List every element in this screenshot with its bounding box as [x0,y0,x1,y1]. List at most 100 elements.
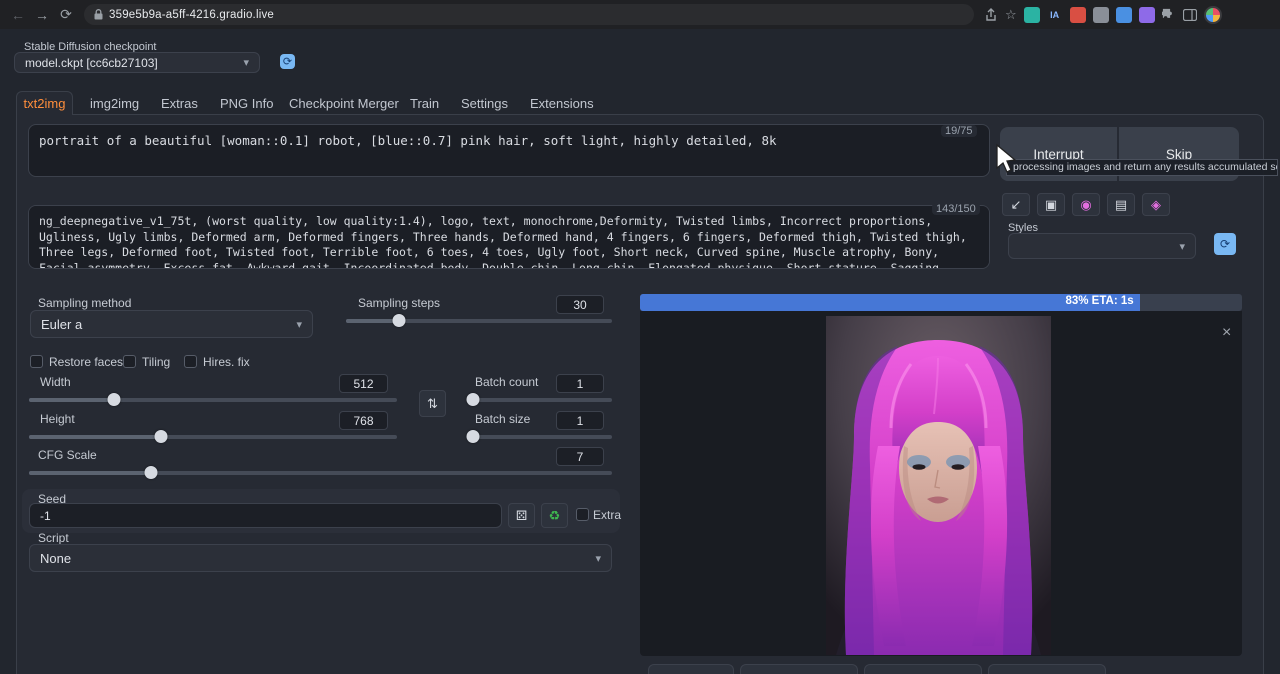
extra-networks-button[interactable]: ◉ [1072,193,1100,216]
tab-extras[interactable]: Extras [161,96,198,111]
batch-count-value[interactable]: 1 [556,374,604,393]
batch-size-label: Batch size [475,412,530,426]
sampling-method-value: Euler a [41,317,82,332]
checkpoint-dropdown[interactable]: model.ckpt [cc6cb27103] ▾ [14,52,260,73]
batch-count-slider[interactable] [467,397,612,402]
prompt-token-counter: 19/75 [941,125,977,137]
extensions-puzzle-icon[interactable] [1162,8,1176,22]
refresh-checkpoint-button[interactable]: ⟳ [280,54,295,69]
tiling-label: Tiling [142,355,170,369]
sampling-steps-label: Sampling steps [358,296,440,310]
chevron-down-icon: ▾ [296,318,302,331]
apply-style-button[interactable]: ▤ [1107,193,1135,216]
negative-token-counter: 143/150 [932,203,980,215]
height-value[interactable]: 768 [339,411,388,430]
seed-extra-label: Extra [593,508,621,522]
swap-icon: ⇅ [427,396,438,412]
extension-icon[interactable] [1070,7,1086,23]
recycle-icon: ♻ [549,508,561,524]
bookmark-star-icon[interactable]: ☆ [1005,7,1017,23]
close-preview-icon[interactable]: × [1222,324,1231,342]
tab-train[interactable]: Train [410,96,439,111]
extra-networks-icon: ◉ [1080,197,1091,213]
refresh-icon: ⟳ [283,55,292,68]
restore-faces-checkbox[interactable] [30,355,43,368]
paste-icon: ↙ [1011,197,1022,213]
checkpoint-value: model.ckpt [cc6cb27103] [25,56,158,70]
profile-avatar[interactable] [1204,6,1222,24]
width-label: Width [40,375,71,389]
styles-dropdown[interactable]: ▾ [1008,233,1196,259]
tab-img2img[interactable]: img2img [90,96,139,111]
generated-image[interactable] [826,316,1051,655]
cfg-scale-value[interactable]: 7 [556,447,604,466]
result-button[interactable] [988,664,1106,674]
result-button[interactable] [648,664,734,674]
sampling-steps-slider[interactable] [346,318,612,323]
progress-fill: 83% ETA: 1s [640,294,1140,311]
side-panel-icon[interactable] [1183,9,1197,21]
extension-ia-icon[interactable]: IA [1047,7,1063,23]
save-style-button[interactable]: ◈ [1142,193,1170,216]
progress-label: 83% ETA: 1s [1065,295,1133,307]
script-value: None [40,551,71,566]
back-icon[interactable]: ← [6,7,30,23]
tab-settings[interactable]: Settings [461,96,508,111]
result-button[interactable] [740,664,858,674]
height-label: Height [40,412,75,426]
width-slider[interactable] [29,397,397,402]
browser-actions: ☆ IA [984,6,1222,24]
mouse-cursor [994,143,1016,173]
forward-icon[interactable]: → [30,7,54,23]
refresh-styles-button[interactable]: ⟳ [1214,233,1236,255]
restore-faces-label: Restore faces [49,355,123,369]
progress-bar: 83% ETA: 1s [640,294,1242,311]
seed-extra-checkbox[interactable] [576,508,589,521]
lock-icon [94,9,103,20]
tab-extensions[interactable]: Extensions [530,96,594,111]
sampling-method-dropdown[interactable]: Euler a ▾ [30,310,313,338]
prompt-textarea[interactable]: portrait of a beautiful [woman::0.1] rob… [28,124,990,177]
hires-fix-checkbox[interactable] [184,355,197,368]
batch-size-value[interactable]: 1 [556,411,604,430]
paste-params-button[interactable]: ↙ [1002,193,1030,216]
height-slider[interactable] [29,434,397,439]
random-seed-button[interactable]: ⚄ [508,503,535,528]
tab-png-info[interactable]: PNG Info [220,96,273,111]
chevron-down-icon: ▾ [1179,240,1185,253]
url-text: 359e5b9a-a5ff-4216.gradio.live [109,9,274,21]
clear-icon: ▣ [1045,197,1057,213]
tab-label: txt2img [24,96,66,111]
sampling-method-label: Sampling method [38,296,131,310]
share-icon[interactable] [984,8,998,22]
extension-icon[interactable] [1093,7,1109,23]
swap-dimensions-button[interactable]: ⇅ [419,390,446,417]
batch-size-slider[interactable] [467,434,612,439]
sampling-steps-value[interactable]: 30 [556,295,604,314]
reuse-seed-button[interactable]: ♻ [541,503,568,528]
address-bar[interactable]: 359e5b9a-a5ff-4216.gradio.live [84,4,974,25]
save-style-icon: ◈ [1151,197,1161,213]
script-label: Script [38,531,69,545]
clear-prompt-button[interactable]: ▣ [1037,193,1065,216]
chevron-down-icon: ▾ [243,56,249,69]
screen: ← → ⟳ 359e5b9a-a5ff-4216.gradio.live ☆ I… [0,0,1280,674]
reload-icon[interactable]: ⟳ [54,6,78,23]
tab-txt2img[interactable]: txt2img [16,91,73,115]
apply-style-icon: ▤ [1115,197,1127,213]
cfg-scale-slider[interactable] [29,470,612,475]
extension-icon[interactable] [1024,7,1040,23]
refresh-icon: ⟳ [1220,237,1230,251]
cfg-scale-label: CFG Scale [38,448,97,462]
chevron-down-icon: ▾ [595,552,601,565]
tab-checkpoint-merger[interactable]: Checkpoint Merger [289,96,399,111]
tiling-checkbox[interactable] [123,355,136,368]
result-button[interactable] [864,664,982,674]
script-dropdown[interactable]: None ▾ [29,544,612,572]
width-value[interactable]: 512 [339,374,388,393]
hires-fix-label: Hires. fix [203,355,250,369]
seed-input[interactable] [29,503,502,528]
extension-icon[interactable] [1139,7,1155,23]
extension-icon[interactable] [1116,7,1132,23]
negative-prompt-textarea[interactable]: ng_deepnegative_v1_75t, (worst quality, … [28,205,990,269]
